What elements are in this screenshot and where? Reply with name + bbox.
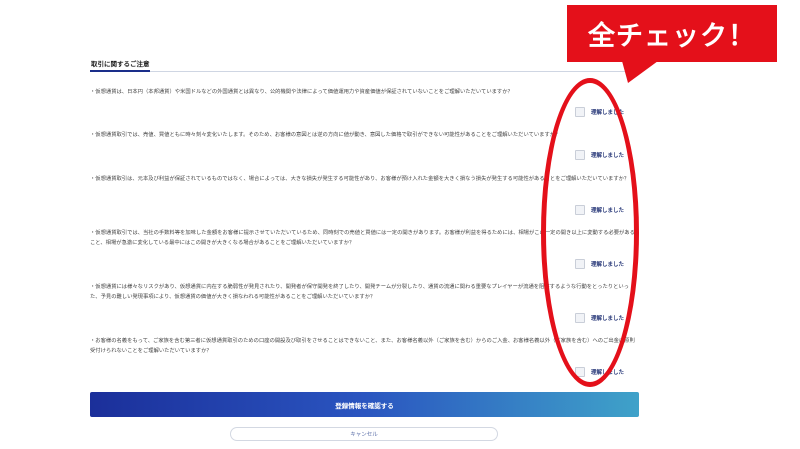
confirm-check-2[interactable]: 理解しました <box>575 150 624 160</box>
confirm-label-1: 理解しました <box>591 110 625 116</box>
confirm-check-1[interactable]: 理解しました <box>575 107 624 117</box>
confirm-label-3: 理解しました <box>591 208 625 214</box>
section-title-divider <box>90 71 638 72</box>
notice-text-4: ・仮想通貨取引では、当社の手数料等を加味した金額をお客様に提示させていただいてい… <box>90 230 635 246</box>
checkbox-2[interactable] <box>575 150 585 160</box>
section-title-accent <box>90 70 150 72</box>
checkbox-3[interactable] <box>575 205 585 215</box>
confirm-label-4: 理解しました <box>591 262 625 268</box>
notice-item-3: ・仮想通貨取引は、元本及び利益が保証されているものではなく、場合によっては、大き… <box>90 175 638 185</box>
checkbox-5[interactable] <box>575 313 585 323</box>
checkbox-1[interactable] <box>575 107 585 117</box>
notice-text-6: ・お客様の名義をもって、ご家族を含む第三者に仮想通貨取引のための口座の開設及び取… <box>90 338 635 354</box>
notice-item-1: ・仮想通貨は、日本円（本邦通貨）や米国ドルなどの外国通貨とは異なり、公的機関や法… <box>90 88 638 98</box>
confirm-check-4[interactable]: 理解しました <box>575 259 624 269</box>
cancel-button[interactable]: キャンセル <box>230 427 498 441</box>
notice-text-3: ・仮想通貨取引は、元本及び利益が保証されているものではなく、場合によっては、大き… <box>90 176 630 182</box>
checkbox-4[interactable] <box>575 259 585 269</box>
confirm-label-6: 理解しました <box>591 370 625 376</box>
notice-item-5: ・仮想通貨には様々なリスクがあり、仮想通貨に内在する脆弱性が発見されたり、開発者… <box>90 283 638 302</box>
confirm-check-3[interactable]: 理解しました <box>575 205 624 215</box>
annotation-callout-tail <box>622 61 658 83</box>
checkbox-6[interactable] <box>575 367 585 377</box>
notice-item-6: ・お客様の名義をもって、ご家族を含む第三者に仮想通貨取引のための口座の開設及び取… <box>90 337 638 356</box>
notice-item-2: ・仮想通貨取引では、売値、買値ともに時々刻々変化いたします。そのため、お客様の意… <box>90 131 638 141</box>
notice-text-1: ・仮想通貨は、日本円（本邦通貨）や米国ドルなどの外国通貨とは異なり、公的機関や法… <box>90 89 513 95</box>
confirm-check-6[interactable]: 理解しました <box>575 367 624 377</box>
notice-item-4: ・仮想通貨取引では、当社の手数料等を加味した金額をお客様に提示させていただいてい… <box>90 229 638 248</box>
notice-text-2: ・仮想通貨取引では、売値、買値ともに時々刻々変化いたします。そのため、お客様の意… <box>90 132 561 138</box>
confirm-label-2: 理解しました <box>591 153 625 159</box>
annotation-callout: 全チェック！ <box>567 5 777 62</box>
confirm-label-5: 理解しました <box>591 316 625 322</box>
section-title: 取引に関するご注意 <box>91 60 150 68</box>
notice-text-5: ・仮想通貨には様々なリスクがあり、仮想通貨に内在する脆弱性が発見されたり、開発者… <box>90 284 629 300</box>
confirm-registration-button[interactable]: 登録情報を確認する <box>90 392 639 417</box>
confirm-check-5[interactable]: 理解しました <box>575 313 624 323</box>
